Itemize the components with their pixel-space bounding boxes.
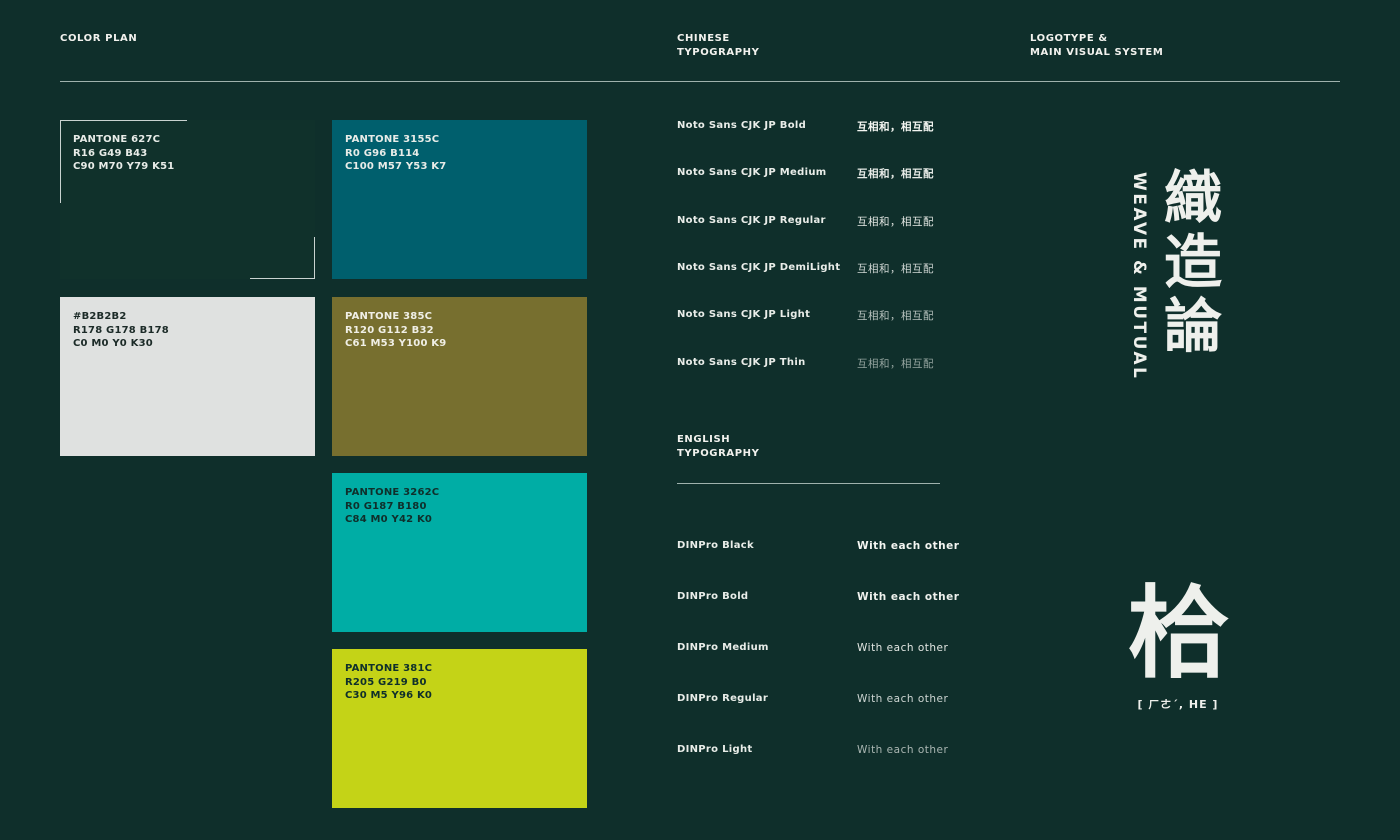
cn-font-name: Noto Sans CJK JP Medium xyxy=(677,167,827,178)
en-font-sample: With each other xyxy=(857,642,949,654)
swatch-label: PANTONE 385C R120 G112 B32 C61 M53 Y100 … xyxy=(345,311,447,349)
english-divider xyxy=(677,483,940,484)
en-font-name: DINPro Light xyxy=(677,744,753,755)
cn-font-name: Noto Sans CJK JP Thin xyxy=(677,357,806,368)
swatch-pantone-627c: PANTONE 627C R16 G49 B43 C90 M70 Y79 K51 xyxy=(60,120,315,279)
en-font-sample: With each other xyxy=(857,540,960,552)
header-divider xyxy=(60,81,1340,82)
swatch-pantone-385c: PANTONE 385C R120 G112 B32 C61 M53 Y100 … xyxy=(332,297,587,456)
logo-pronunciation: [ ㄏㄜˊ, HE ] xyxy=(1137,698,1219,711)
logo-english-title: WEAVE & MUTUAL xyxy=(1129,172,1149,381)
cn-font-sample: 互相和，相互配 xyxy=(857,263,934,275)
swatch-pantone-381c: PANTONE 381C R205 G219 B0 C30 M5 Y96 K0 xyxy=(332,649,587,808)
swatch-gray-b2b2b2: #B2B2B2 R178 G178 B178 C0 M0 Y0 K30 xyxy=(60,297,315,456)
en-font-sample: With each other xyxy=(857,693,949,705)
swatch-label: #B2B2B2 R178 G178 B178 C0 M0 Y0 K30 xyxy=(73,311,169,349)
cn-font-sample: 互相和，相互配 xyxy=(857,358,934,370)
cn-font-sample: 互相和，相互配 xyxy=(857,121,934,133)
en-font-name: DINPro Bold xyxy=(677,591,749,602)
chinese-typography-heading: CHINESE TYPOGRAPHY xyxy=(677,33,760,58)
logotype-heading: LOGOTYPE & MAIN VISUAL SYSTEM xyxy=(1030,33,1164,58)
swatch-pantone-3262c: PANTONE 3262C R0 G187 B180 C84 M0 Y42 K0 xyxy=(332,473,587,632)
cn-font-name: Noto Sans CJK JP Regular xyxy=(677,215,826,226)
en-font-name: DINPro Medium xyxy=(677,642,769,653)
cn-font-name: Noto Sans CJK JP DemiLight xyxy=(677,262,841,273)
cn-font-sample: 互相和，相互配 xyxy=(857,310,934,322)
color-plan-heading: COLOR PLAN xyxy=(60,33,138,44)
cn-font-sample: 互相和，相互配 xyxy=(857,216,934,228)
en-font-sample: With each other xyxy=(857,744,949,756)
cn-font-name: Noto Sans CJK JP Light xyxy=(677,309,811,320)
en-font-sample: With each other xyxy=(857,591,960,603)
logo-chinese-title: 織造論 xyxy=(1163,164,1222,360)
en-font-name: DINPro Black xyxy=(677,540,754,551)
swatch-label: PANTONE 3155C R0 G96 B114 C100 M57 Y53 K… xyxy=(345,134,447,172)
swatch-label: PANTONE 381C R205 G219 B0 C30 M5 Y96 K0 xyxy=(345,663,433,701)
swatch-pantone-3155c: PANTONE 3155C R0 G96 B114 C100 M57 Y53 K… xyxy=(332,120,587,279)
english-typography-heading: ENGLISH TYPOGRAPHY xyxy=(677,434,760,459)
logo-main-character: 㭘 xyxy=(1128,575,1228,692)
swatch-label: PANTONE 3262C R0 G187 B180 C84 M0 Y42 K0 xyxy=(345,487,440,525)
swatch-label: PANTONE 627C R16 G49 B43 C90 M70 Y79 K51 xyxy=(73,134,175,172)
cn-font-sample: 互相和，相互配 xyxy=(857,168,934,180)
en-font-name: DINPro Regular xyxy=(677,693,769,704)
swatch-corner-bottom-right xyxy=(250,237,315,279)
cn-font-name: Noto Sans CJK JP Bold xyxy=(677,120,807,131)
